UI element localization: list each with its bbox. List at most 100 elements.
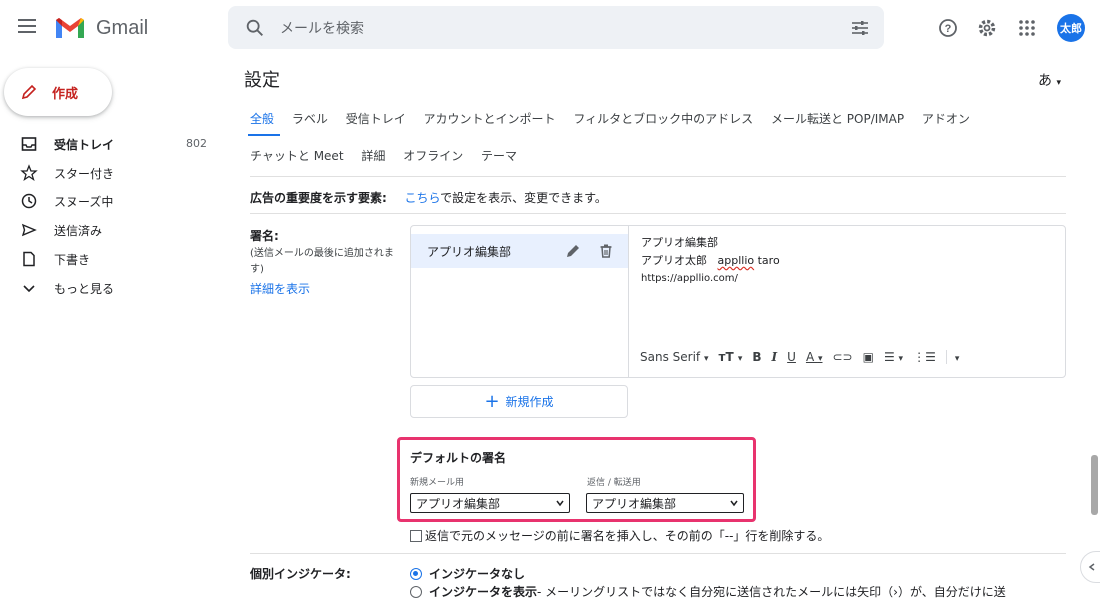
sidebar-item-drafts[interactable]: 下書き [0,245,215,273]
input-tools-button[interactable]: あ ▾ [1038,70,1061,90]
reply-signature-value: アプリオ編集部 [592,496,677,511]
new-mail-signature-select[interactable]: アプリオ編集部 [410,493,570,513]
indicators-label: 個別インジケータ: [250,567,351,581]
tab-chat-meet[interactable]: チャットと Meet [250,147,344,164]
signature-list: アプリオ編集部 [411,226,629,377]
scrollbar-thumb[interactable] [1091,455,1098,515]
signature-line-2-misspelled: appllio [717,254,755,267]
compose-button[interactable]: 作成 [4,68,112,116]
font-family-select[interactable]: Sans Serif ▾ [640,350,709,364]
signature-list-item[interactable]: アプリオ編集部 [411,234,628,268]
ads-setting-row: 広告の重要度を示す要素: こちらで設定を表示、変更できます。 [250,189,607,206]
tab-accounts[interactable]: アカウントとインポート [424,110,556,127]
new-signature-label: 新規作成 [505,395,554,409]
align-icon[interactable]: ☰ ▾ [884,350,903,364]
insert-signature-checkbox[interactable] [410,529,422,542]
formatting-toolbar: Sans Serif ▾ тT ▾ B I U A ▾ ⊂⊃ ▣ ☰ ▾ ⋮☰ … [630,342,1066,372]
apps-grid-icon[interactable] [1015,16,1039,40]
sidebar-item-label: 下書き [54,253,91,267]
default-signature-title: デフォルトの署名 [410,451,507,465]
sidebar-item-more[interactable]: もっと見る [0,274,215,302]
signature-line-3: https://appllio.com/ [641,273,738,284]
help-icon[interactable]: ? [936,16,960,40]
tab-forwarding[interactable]: メール転送と POP/IMAP [771,110,904,127]
sidebar-item-starred[interactable]: スター付き [0,159,215,187]
app-name: Gmail [96,16,149,39]
tab-offline[interactable]: オフライン [403,147,463,164]
link-icon[interactable]: ⊂⊃ [833,350,853,364]
indicator-none-row: インジケータなし [410,565,525,582]
ads-text: で設定を表示、変更できます。 [440,191,607,205]
inbox-count: 802 [186,137,207,150]
send-icon [21,223,37,237]
tab-general[interactable]: 全般 [250,110,274,127]
search-input[interactable]: メールを検索 [280,18,364,38]
settings-tabs-row-1: 全般 ラベル 受信トレイ アカウントとインポート フィルタとブロック中のアドレス… [250,110,984,127]
image-icon[interactable]: ▣ [863,350,874,364]
font-family-label: Sans Serif [640,350,701,364]
chevron-down-icon [556,500,564,507]
settings-tabs-row-2: チャットと Meet 詳細 オフライン テーマ [250,147,531,164]
account-avatar[interactable]: 太郎 [1057,14,1085,42]
signature-label-block: 署名: (送信メールの最後に追加されます) 詳細を表示 [250,227,400,297]
signature-text-editor[interactable]: アプリオ編集部 アプリオ太郎 appllio taro https://appl… [641,234,780,288]
reply-signature-select[interactable]: アプリオ編集部 [586,493,744,513]
signature-details-link[interactable]: 詳細を表示 [250,280,400,297]
indicator-none-radio[interactable] [410,567,422,580]
underline-icon[interactable]: U [787,350,796,364]
tab-addons[interactable]: アドオン [922,110,970,127]
tab-inbox[interactable]: 受信トレイ [346,110,406,127]
italic-icon[interactable]: I [772,350,778,364]
ads-divider [250,213,1066,214]
input-tools-label: あ [1038,73,1052,89]
reply-label: 返信 / 転送用 [587,478,641,488]
side-panel-toggle[interactable] [1080,551,1100,583]
tab-themes[interactable]: テーマ [481,147,517,164]
star-icon [20,164,38,182]
main-menu-icon[interactable] [18,16,40,38]
tab-advanced[interactable]: 詳細 [361,147,385,164]
indicator-none-label: インジケータなし [429,567,526,581]
insert-signature-row: 返信で元のメッセージの前に署名を挿入し、その前の「--」行を削除する。 [410,527,829,544]
settings-gear-icon[interactable] [975,16,999,40]
new-signature-button[interactable]: + 新規作成 [410,385,628,418]
signature-line-2: アプリオ太郎 appllio taro [641,252,780,270]
list-icon[interactable]: ⋮☰ [913,350,936,364]
dropdown-arrow-icon: ▾ [1056,78,1061,88]
sidebar-item-snoozed[interactable]: スヌーズ中 [0,187,215,215]
new-mail-label: 新規メール用 [410,478,465,488]
sidebar-item-label: 送信済み [54,224,103,238]
new-mail-signature-value: アプリオ編集部 [416,496,501,511]
text-color-icon[interactable]: A ▾ [806,350,823,364]
search-bar[interactable]: メールを検索 [228,6,884,49]
sidebar-item-sent[interactable]: 送信済み [0,216,215,244]
svg-text:?: ? [945,23,952,35]
more-formatting-icon[interactable]: ▾ [945,350,959,364]
sidebar-item-label: 受信トレイ [54,138,115,152]
tab-labels[interactable]: ラベル [292,110,328,127]
signature-divider [250,553,1066,554]
tab-filters[interactable]: フィルタとブロック中のアドレス [573,110,753,127]
ads-settings-link[interactable]: こちら [404,191,440,205]
gmail-logo[interactable]: Gmail [54,14,148,42]
sidebar-item-label: スター付き [54,167,115,181]
active-tab-indicator [248,134,280,136]
font-size-icon[interactable]: тT ▾ [719,350,743,364]
signature-label: 署名: [250,229,279,243]
signature-line-1: アプリオ編集部 [641,236,718,249]
plus-icon: + [484,390,500,412]
ads-label: 広告の重要度を示す要素: [250,191,387,205]
indicator-show-radio[interactable] [410,585,422,598]
signature-line-2-rest: taro [757,254,780,267]
indicator-show-label: インジケータを表示 [429,585,538,599]
pencil-icon [21,84,37,100]
bold-icon[interactable]: B [752,350,761,364]
search-icon[interactable] [244,17,266,39]
clock-icon [21,193,37,209]
search-options-icon[interactable] [850,18,870,38]
trash-icon[interactable] [597,242,615,260]
chevron-down-icon [730,500,738,507]
sidebar-item-inbox[interactable]: 受信トレイ 802 [0,130,215,158]
chevron-left-icon [1088,563,1095,571]
edit-pencil-icon[interactable] [564,242,582,260]
